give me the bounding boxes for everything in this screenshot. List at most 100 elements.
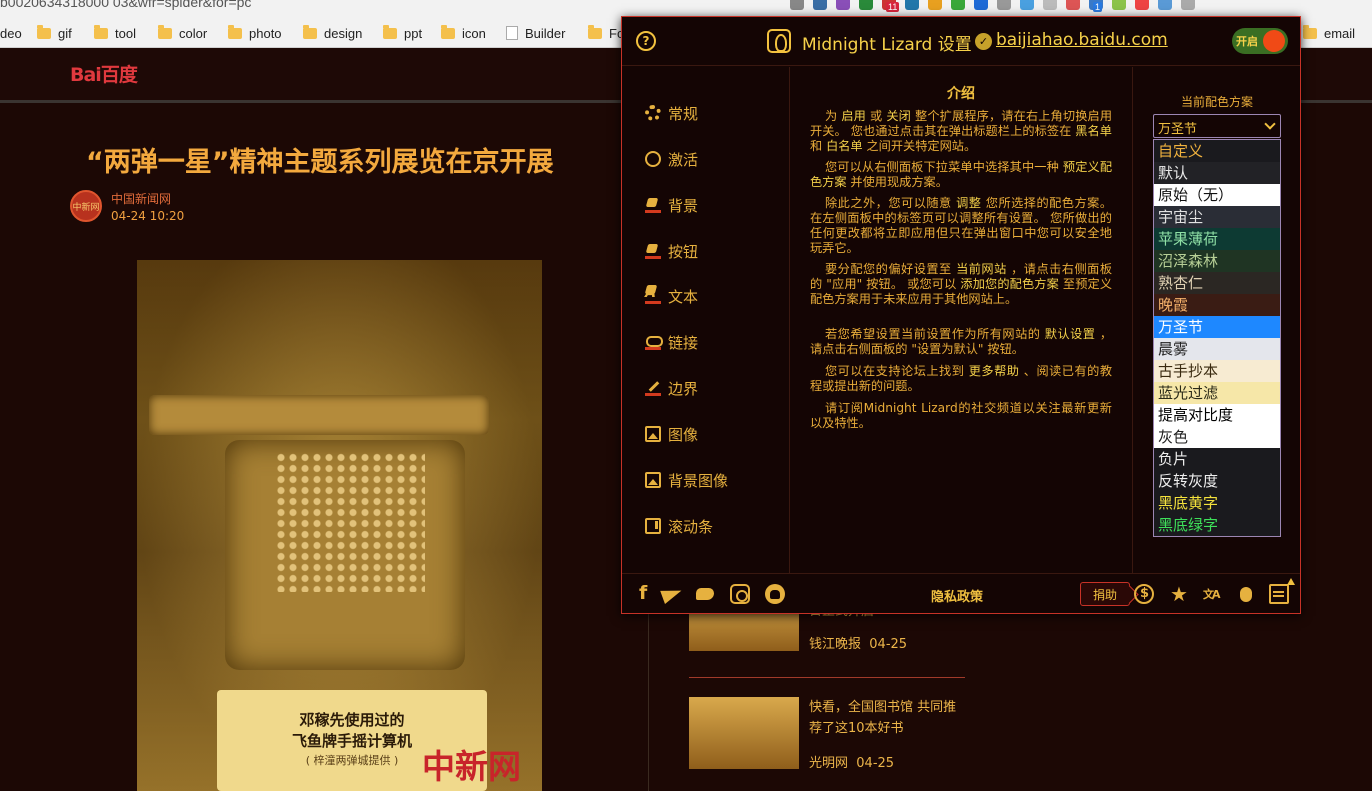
facebook-icon[interactable] [634,582,654,604]
dollar-icon[interactable] [1134,584,1154,604]
extension-icon[interactable]: 1 [1089,0,1103,12]
scheme-option[interactable]: 自定义 [1154,140,1280,162]
folder-icon [228,24,242,39]
star-icon[interactable] [1169,582,1189,606]
scheme-option[interactable]: 提高对比度 [1154,404,1280,426]
midnight-lizard-extension-icon[interactable] [1112,0,1126,10]
scheme-option[interactable]: 负片 [1154,448,1280,470]
extension-icon[interactable] [928,0,942,10]
extension-icon[interactable] [951,0,965,10]
extension-icon[interactable] [813,0,827,10]
news-thumbnail[interactable] [689,697,799,769]
instagram-icon[interactable] [730,584,750,604]
extension-icon[interactable] [1181,0,1195,10]
bookmark-design[interactable]: design [303,24,362,42]
scheme-option[interactable]: 宇宙尘 [1154,206,1280,228]
scheme-option[interactable]: 黑底绿字 [1154,514,1280,536]
extension-icon[interactable]: 11 [882,0,900,12]
sidebar-item-text[interactable]: 文本 [645,284,698,308]
sidebar-item-general[interactable]: 常规 [645,101,698,125]
background-image-icon [645,472,661,488]
extension-icon[interactable] [836,0,850,10]
extension-icon[interactable] [905,0,919,10]
calculator-keys [275,452,425,592]
scheme-option[interactable]: 万圣节 [1154,316,1280,338]
twitter-icon[interactable] [695,584,715,604]
folder-icon [37,24,51,39]
color-scheme-select[interactable]: 万圣节 [1153,114,1281,138]
text-icon [645,288,661,304]
settings-sidebar: 常规 激活 背景 按钮 文本 链接 边界 图像 背景图像 滚动条 [622,67,790,573]
sidebar-item-buttons[interactable]: 按钮 [645,239,698,263]
calculator-carriage [149,395,489,435]
sidebar-item-links[interactable]: 链接 [645,330,698,354]
scheme-option[interactable]: 古手抄本 [1154,360,1280,382]
star-icon[interactable] [790,0,804,10]
intro-paragraph: 为 启用 或 关闭 整个扩展程序，请在右上角切换启用开关。 您也通过点击其在弹出… [810,109,1113,153]
bookmark-email[interactable]: email [1303,24,1355,42]
scheme-panel: 当前配色方案 万圣节 自定义 默认 原始（无） 宇宙尘 苹果薄荷 沼泽森林 熟杏仁 晚霞 万圣节… [1132,67,1300,573]
scheme-option[interactable]: 蓝光过滤 [1154,382,1280,404]
bookmark-photo[interactable]: photo [228,24,282,42]
current-site-link[interactable]: baijiahao.baidu.com [996,30,1168,50]
author-name[interactable]: 中国新闻网 [111,190,171,207]
changelog-calendar-icon[interactable] [1269,578,1295,604]
folder-icon [158,24,172,39]
chevron-down-icon [1264,118,1276,130]
news-title[interactable]: 快看，全国图书馆 共同推荐了这10本好书 [809,697,969,739]
folder-icon [383,24,397,39]
extension-icon[interactable] [1020,0,1034,10]
extension-icon[interactable] [859,0,873,10]
news-item[interactable]: 快看，全国图书馆 共同推荐了这10本好书 光明网 04-25 [689,697,989,787]
extension-icon[interactable] [974,0,988,10]
sidebar-item-background-images[interactable]: 背景图像 [645,468,728,492]
extension-icon[interactable] [1043,0,1057,10]
donate-button[interactable]: 捐助 [1080,582,1130,606]
sidebar-item-images[interactable]: 图像 [645,422,698,446]
extension-icon[interactable] [1158,0,1172,10]
bug-icon[interactable] [1236,584,1256,604]
calculator-body [225,440,465,670]
enable-toggle[interactable]: 开启 [1232,28,1288,54]
bookmark-deo[interactable]: deo [0,24,22,42]
image-icon [645,426,661,442]
scheme-option[interactable]: 晚霞 [1154,294,1280,316]
bookmark-fo[interactable]: Fo [588,24,624,42]
sidebar-item-scrollbars[interactable]: 滚动条 [645,514,713,538]
bookmark-gif[interactable]: gif [37,24,72,42]
site-status-check-icon[interactable]: ✓ [975,33,992,50]
sidebar-item-borders[interactable]: 边界 [645,376,698,400]
extension-icon[interactable] [1066,0,1080,10]
scheme-option[interactable]: 反转灰度 [1154,470,1280,492]
scheme-option[interactable]: 灰色 [1154,426,1280,448]
intro-panel: 介绍 为 启用 或 关闭 整个扩展程序，请在右上角切换启用开关。 您也通过点击其… [806,67,1116,573]
scheme-option[interactable]: 熟杏仁 [1154,272,1280,294]
scheme-option[interactable]: 原始（无） [1154,184,1280,206]
bookmark-builder[interactable]: Builder [506,24,565,42]
extension-icon[interactable] [1135,0,1149,10]
baidu-logo[interactable]: Bai百度 [70,60,138,87]
sidebar-item-activation[interactable]: 激活 [645,147,698,171]
intro-paragraph: 您可以在支持论坛上找到 更多帮助 、阅读已有的教程或提出新的问题。 [810,364,1113,393]
extension-icon[interactable] [997,0,1011,10]
translate-icon[interactable] [1203,584,1223,604]
scheme-option[interactable]: 默认 [1154,162,1280,184]
author-avatar[interactable]: 中新网 [70,190,102,222]
bookmark-ppt[interactable]: ppt [383,24,422,42]
bookmark-color[interactable]: color [158,24,207,42]
scheme-option[interactable]: 沼泽森林 [1154,250,1280,272]
bookmark-icon[interactable]: icon [441,24,486,42]
telegram-icon[interactable] [662,584,682,604]
folder-icon [303,24,317,39]
folder-icon [94,24,108,39]
github-icon[interactable] [765,584,785,604]
scheme-option[interactable]: 晨雾 [1154,338,1280,360]
scheme-option[interactable]: 苹果薄荷 [1154,228,1280,250]
privacy-policy-link[interactable]: 隐私政策 [882,586,1032,605]
scheme-option[interactable]: 黑底黄字 [1154,492,1280,514]
folder-icon [1303,24,1317,39]
publish-time: 04-24 10:20 [111,209,185,223]
help-icon[interactable]: ? [636,31,656,51]
sidebar-item-background[interactable]: 背景 [645,193,698,217]
bookmark-tool[interactable]: tool [94,24,136,42]
